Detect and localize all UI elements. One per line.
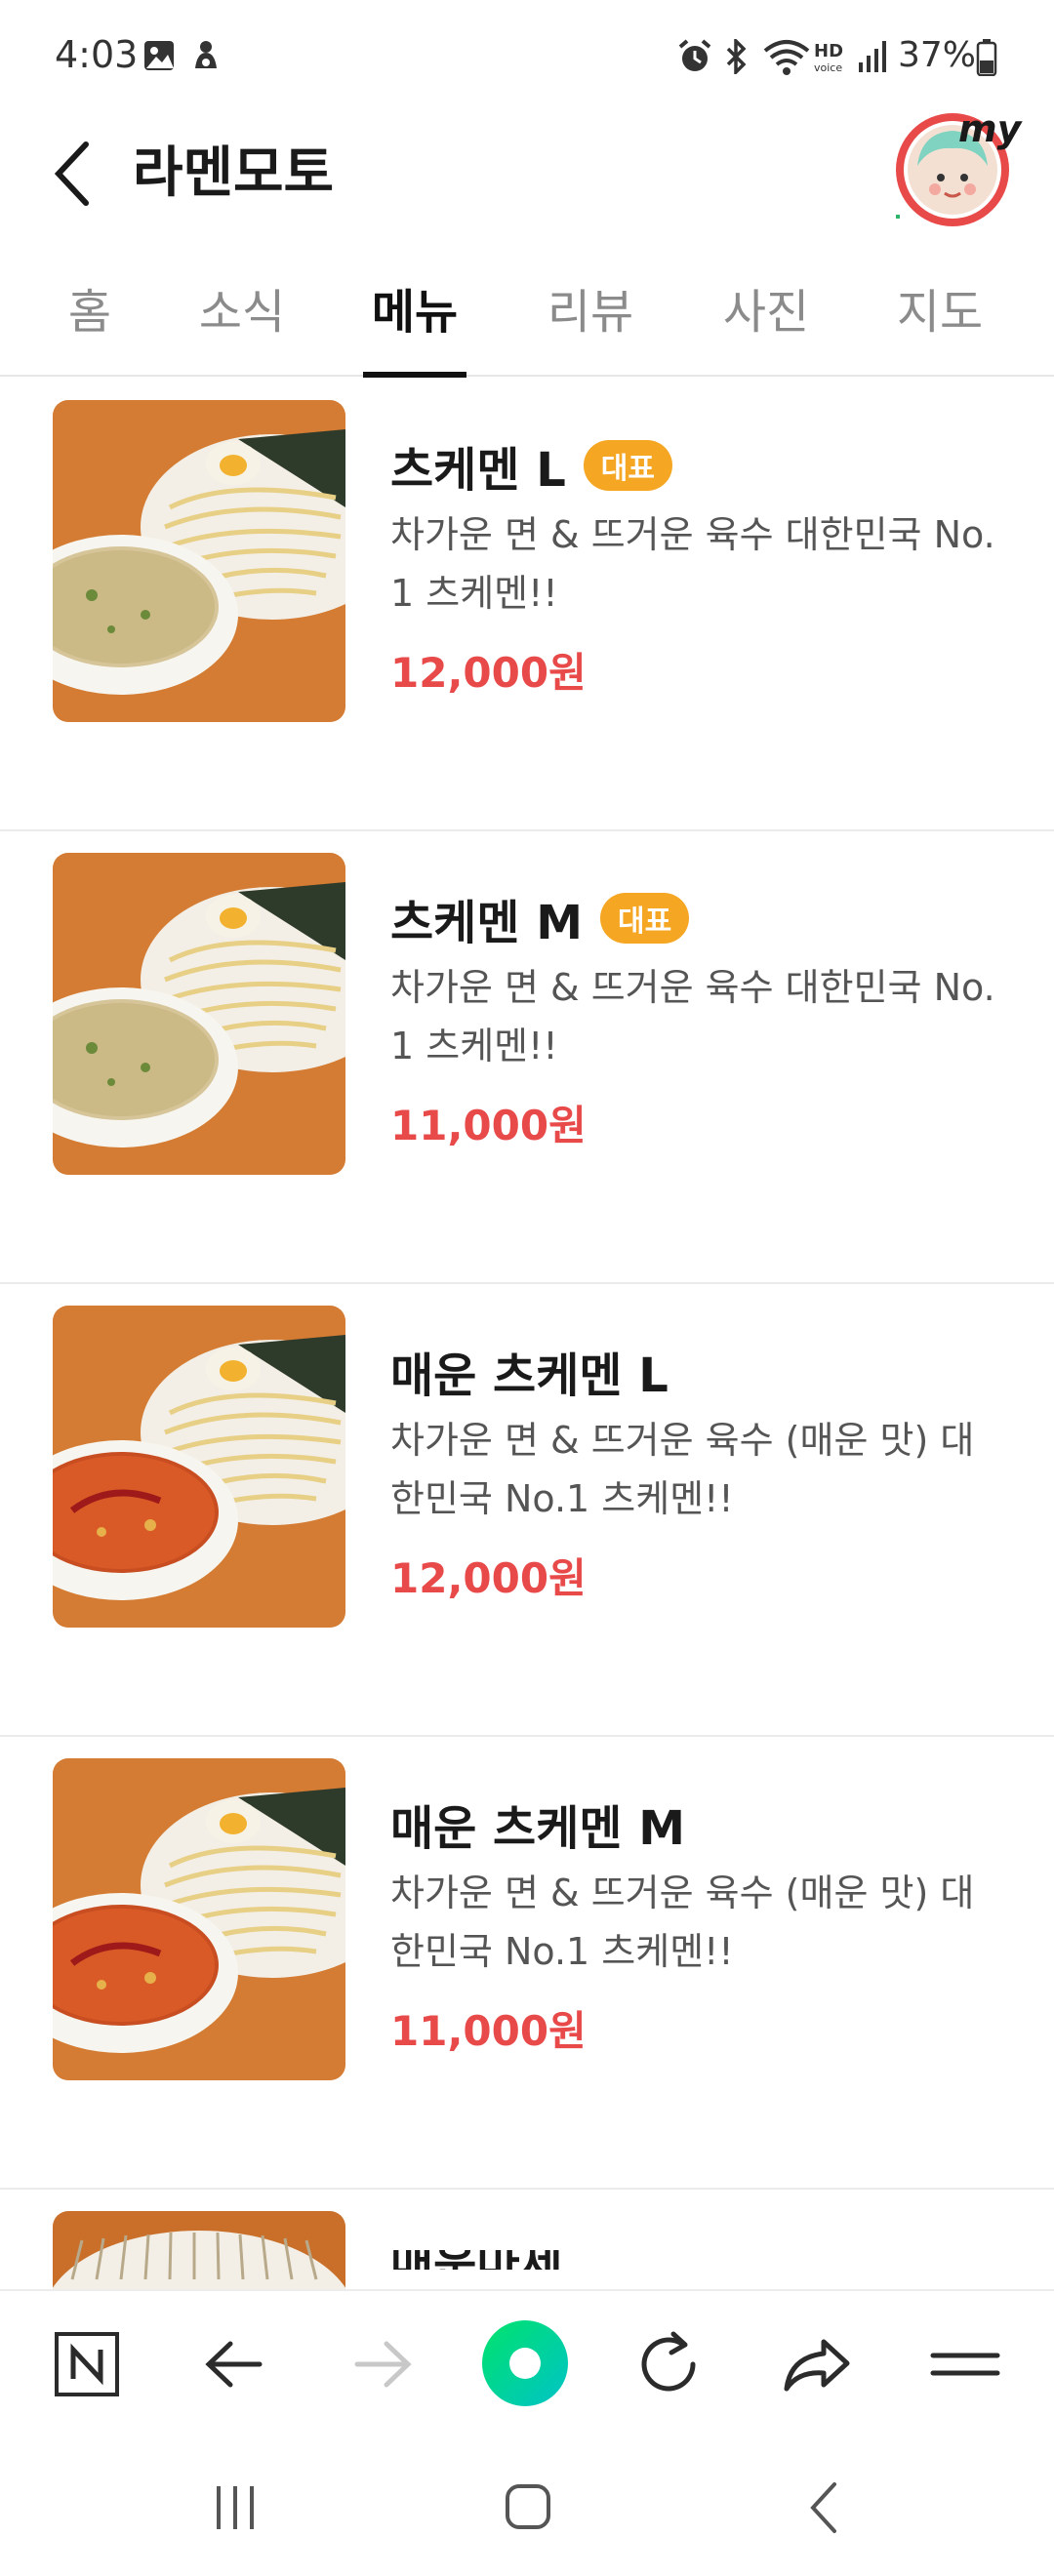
tab-photos[interactable]: 사진 xyxy=(712,273,820,375)
forward-icon[interactable] xyxy=(338,2320,426,2408)
menu-item[interactable]: 매운 츠케멘 L 차가운 면 & 뜨거운 육수 (매운 맛) 대한민국 No.1… xyxy=(0,1284,1054,1737)
back-arrow-icon[interactable] xyxy=(49,135,98,213)
svg-text:HD: HD xyxy=(814,41,843,61)
signature-badge: 대표 xyxy=(583,440,672,491)
menu-name: 츠케멘 M 대표 xyxy=(390,884,690,952)
signal-icon xyxy=(859,41,886,72)
wifi-icon xyxy=(763,40,810,75)
menu-item[interactable]: 츠케멘 L 대표 차가운 면 & 뜨거운 육수 대한민국 No. 1 츠케멘!! … xyxy=(0,379,1054,831)
system-back-icon[interactable] xyxy=(781,2469,869,2547)
tab-label: 리뷰 xyxy=(547,285,634,340)
menu-price: 12,000원 xyxy=(390,649,587,697)
menu-item[interactable]: 매운 츠케멘 M 차가운 면 & 뜨거운 육수 (매운 맛) 대한민국 No.1… xyxy=(0,1737,1054,2190)
active-tab-indicator xyxy=(363,372,466,378)
tab-label: 사진 xyxy=(722,285,810,340)
menu-item-partial[interactable]: 매운마제 xyxy=(0,2190,1054,2289)
menu-photo xyxy=(53,1306,345,1628)
refresh-icon[interactable] xyxy=(625,2320,712,2408)
header: 라멘모토 my xyxy=(0,107,1054,254)
menu-photo xyxy=(53,2211,345,2289)
menu-name-text: 츠케멘 L xyxy=(390,443,566,498)
recent-apps-icon[interactable] xyxy=(191,2469,279,2547)
alarm-icon xyxy=(678,39,711,71)
system-navigation-bar xyxy=(0,2435,1054,2576)
menu-description: 차가운 면 & 뜨거운 육수 (매운 맛) 대한민국 No.1 츠케멘!! xyxy=(390,1872,975,1973)
svg-text:voice: voice xyxy=(814,61,842,74)
menu-name-text: 츠케멘 M xyxy=(390,896,583,950)
menu-description: 차가운 면 & 뜨거운 육수 (매운 맛) 대한민국 No.1 츠케멘!! xyxy=(390,1419,975,1520)
menu-description: 차가운 면 & 뜨거운 육수 대한민국 No. 1 츠케멘!! xyxy=(390,966,995,1067)
back-icon[interactable] xyxy=(191,2320,279,2408)
share-icon[interactable] xyxy=(773,2320,861,2408)
status-time: 4:03 xyxy=(55,33,139,76)
tab-home[interactable]: 홈 xyxy=(51,273,129,375)
menu-icon[interactable] xyxy=(921,2320,1009,2408)
menu-photo xyxy=(53,853,345,1175)
tab-label: 홈 xyxy=(67,285,112,340)
menu-price: 11,000원 xyxy=(390,1102,587,1149)
home-icon[interactable] xyxy=(484,2469,572,2547)
menu-description: 차가운 면 & 뜨거운 육수 대한민국 No. 1 츠케멘!! xyxy=(390,513,995,615)
gallery-icon xyxy=(144,41,174,70)
naver-green-dot-icon[interactable] xyxy=(478,2316,572,2410)
tab-label: 소식 xyxy=(198,285,286,340)
tab-news[interactable]: 소식 xyxy=(185,273,299,375)
menu-name: 츠케멘 L 대표 xyxy=(390,431,672,500)
notification-icon xyxy=(195,41,217,68)
tab-bar: 홈 소식 메뉴 리뷰 사진 지도 xyxy=(0,256,1054,378)
page-title: 라멘모토 xyxy=(133,141,335,205)
status-bar: 4:03 HD voice 37% xyxy=(0,0,1054,117)
tab-menu[interactable]: 메뉴 xyxy=(363,273,466,378)
menu-item[interactable]: 츠케멘 M 대표 차가운 면 & 뜨거운 육수 대한민국 No. 1 츠케멘!! … xyxy=(0,831,1054,1284)
hd-voice-icon: HD voice xyxy=(814,41,843,74)
battery-icon xyxy=(976,39,997,76)
bluetooth-icon xyxy=(726,39,747,74)
tab-label: 메뉴 xyxy=(371,285,459,340)
avatar-label: my xyxy=(958,107,1022,150)
menu-list: 츠케멘 L 대표 차가운 면 & 뜨거운 육수 대한민국 No. 1 츠케멘!! … xyxy=(0,379,1054,2289)
menu-price: 12,000원 xyxy=(390,1554,587,1602)
signature-badge: 대표 xyxy=(599,893,690,944)
tab-label: 지도 xyxy=(896,285,984,340)
menu-photo xyxy=(53,400,345,722)
menu-price: 11,000원 xyxy=(390,2007,587,2055)
menu-name: 매운 츠케멘 L xyxy=(390,1348,669,1403)
tab-map[interactable]: 지도 xyxy=(886,273,993,375)
battery-percent: 37% xyxy=(898,35,977,75)
naver-home-icon[interactable] xyxy=(43,2320,131,2408)
menu-photo xyxy=(53,1758,345,2080)
tab-reviews[interactable]: 리뷰 xyxy=(537,273,644,375)
browser-toolbar xyxy=(0,2289,1054,2435)
menu-name-partial: 매운마제 xyxy=(390,2250,644,2270)
menu-name: 매운 츠케멘 M xyxy=(390,1801,685,1856)
